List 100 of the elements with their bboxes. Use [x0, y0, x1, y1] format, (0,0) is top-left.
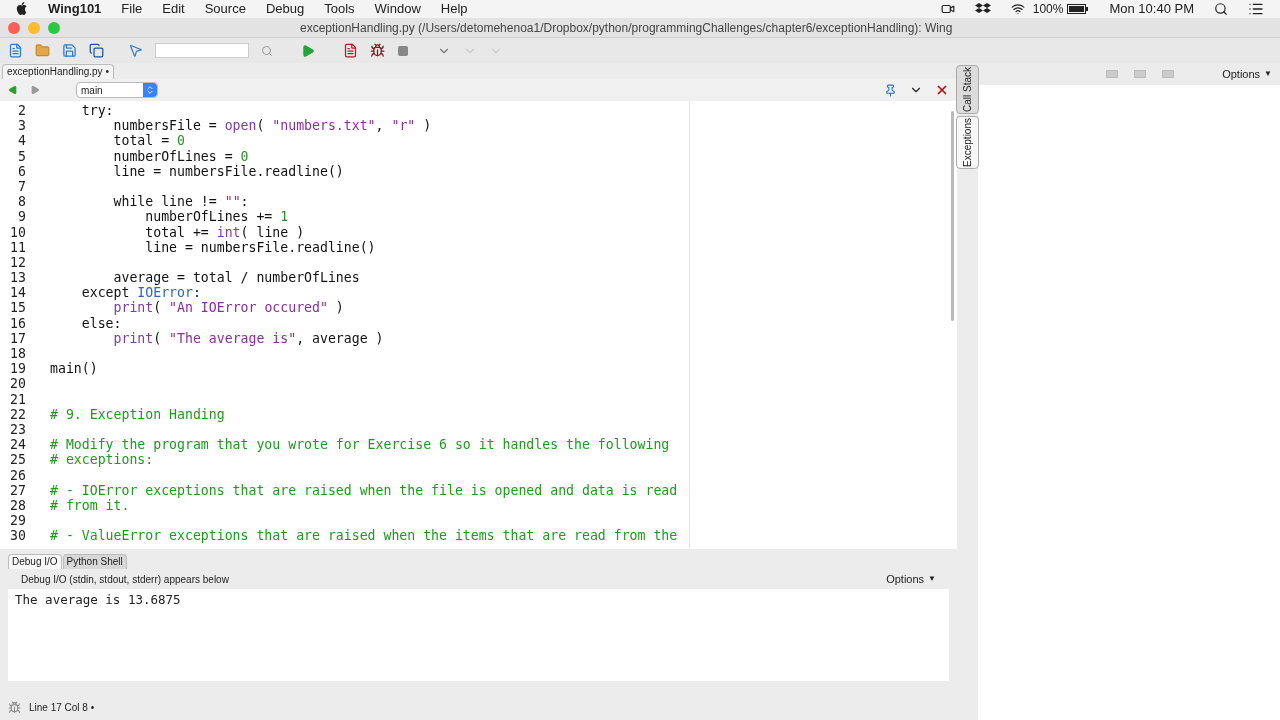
- code-token: open: [224, 118, 257, 134]
- code-token: :: [192, 285, 201, 301]
- line-number: 26: [9, 467, 26, 483]
- line-number: 27: [9, 482, 26, 498]
- code-token: "The average is": [169, 330, 297, 346]
- line-number: 13: [9, 270, 26, 286]
- code-token: ( line ): [240, 224, 305, 240]
- line-number: 9: [17, 209, 26, 225]
- code-token: :: [240, 194, 249, 210]
- line-number: 28: [9, 497, 26, 514]
- run-icon[interactable]: [301, 43, 315, 58]
- line-number: 23: [9, 421, 26, 438]
- line-number: 3: [17, 118, 26, 134]
- menu-item[interactable]: Edit: [162, 0, 185, 19]
- line-number: 6: [17, 163, 26, 179]
- code-token: total +=: [144, 224, 210, 240]
- code-token: else:: [80, 315, 122, 331]
- code-token: # 9. Exception Handing: [50, 406, 225, 422]
- bug-icon: [8, 700, 21, 714]
- dropbox-icon: [974, 2, 991, 16]
- code-token: # - IOError exceptions that are raised when the file is opened and data is read: [50, 482, 678, 498]
- code-token: (: [256, 118, 266, 134]
- code-token: "": [224, 194, 241, 210]
- battery-percent: 100%: [1032, 1, 1064, 18]
- clock: Mon 10:40 PM: [1109, 0, 1194, 19]
- code-token: numberOfLines +=: [144, 209, 274, 225]
- code-token: "numbers.txt": [272, 118, 376, 134]
- stop-icon[interactable]: [397, 44, 409, 57]
- line-number: 15: [9, 300, 26, 316]
- save-icon[interactable]: [62, 43, 77, 58]
- layout-icon[interactable]: [1134, 70, 1147, 78]
- code-token: (: [153, 330, 163, 346]
- code-token: ,: [375, 118, 385, 134]
- code-token: try:: [80, 103, 114, 119]
- close-button[interactable]: [8, 21, 20, 34]
- forward-icon[interactable]: [30, 85, 40, 95]
- line-number: 22: [9, 406, 26, 422]
- stepper-icon[interactable]: [143, 83, 157, 97]
- cursor-position: Line 17 Col 8 •: [29, 700, 95, 715]
- line-number: 25: [9, 452, 26, 468]
- line-number: 5: [17, 148, 26, 164]
- panel-tab[interactable]: Debug I/O: [8, 554, 62, 569]
- code-token: IOError: [137, 285, 193, 301]
- code-token: print: [112, 300, 154, 316]
- line-number: 12: [9, 254, 26, 271]
- close-icon[interactable]: [935, 83, 949, 97]
- code-token: print: [112, 330, 154, 346]
- search-icon[interactable]: [1214, 2, 1228, 16]
- line-number: 2: [17, 103, 26, 119]
- menu-item[interactable]: Debug: [265, 0, 305, 19]
- line-number: 29: [9, 513, 26, 529]
- menu-item[interactable]: Window: [374, 0, 421, 19]
- battery-icon: [1067, 4, 1090, 14]
- window-title: exceptionHandling.py (/Users/detomehenoa1/Dropbox/python/programmingChallenges/chapter6/exceptionHandling): Wing: [300, 19, 953, 37]
- side-tab[interactable]: Call Stack: [956, 65, 979, 114]
- back-icon[interactable]: [8, 85, 18, 95]
- panel-tab[interactable]: Python Shell: [62, 554, 127, 569]
- menu-item[interactable]: Help: [440, 0, 468, 19]
- breakpoint-icon[interactable]: [343, 43, 358, 58]
- line-number: 24: [9, 437, 26, 453]
- line-number: 8: [17, 194, 26, 210]
- code-token: line !=: [160, 194, 218, 210]
- line-number: 30: [9, 528, 26, 544]
- open-folder-icon[interactable]: [35, 43, 50, 58]
- menu-item[interactable]: Source: [204, 0, 246, 19]
- menu-item[interactable]: Tools: [324, 0, 355, 19]
- layout-icon[interactable]: [1106, 70, 1119, 78]
- options-menu[interactable]: Options ▼: [886, 570, 936, 588]
- options-menu[interactable]: Options ▼: [1222, 65, 1272, 83]
- layout-icon[interactable]: [1162, 70, 1175, 78]
- wifi-icon: [1010, 2, 1025, 16]
- camera-icon: [940, 2, 955, 16]
- line-number: 19: [9, 361, 26, 377]
- code-token: (: [153, 300, 163, 316]
- code-token: total =: [112, 133, 171, 149]
- zoom-button[interactable]: [48, 21, 60, 34]
- code-token: numberOfLines =: [112, 148, 234, 164]
- menu-item[interactable]: File: [121, 0, 143, 19]
- code-token: 1: [280, 209, 289, 225]
- debug-io-hint: Debug I/O (stdin, stdout, stderr) appears below: [21, 572, 229, 587]
- code-token: numbersFile =: [112, 118, 218, 134]
- save-all-icon[interactable]: [89, 43, 104, 58]
- new-file-icon[interactable]: [8, 43, 23, 58]
- code-token: , average ): [296, 330, 384, 346]
- code-token: "r": [391, 118, 416, 134]
- side-tab[interactable]: Exceptions: [956, 116, 979, 169]
- code-token: line = numbersFile.readline(): [112, 163, 344, 179]
- app-menu[interactable]: Wing101: [48, 0, 102, 19]
- toolbar-search-field[interactable]: [155, 43, 249, 58]
- line-number: 21: [9, 391, 26, 407]
- scope-dropdown[interactable]: main: [76, 82, 158, 98]
- pin-icon[interactable]: [884, 83, 897, 97]
- code-token: 0: [240, 148, 249, 164]
- menu-icon[interactable]: [1248, 1, 1264, 17]
- code-token: # Modify the program that you wrote for Exercise 6 so it handles the following: [50, 437, 670, 453]
- pointer-icon[interactable]: [128, 43, 143, 58]
- apple-icon[interactable]: [16, 2, 28, 16]
- debug-output: The average is 13.6875: [8, 589, 949, 681]
- file-tab[interactable]: exceptionHandling.py •: [2, 64, 114, 79]
- debug-icon[interactable]: [370, 43, 385, 58]
